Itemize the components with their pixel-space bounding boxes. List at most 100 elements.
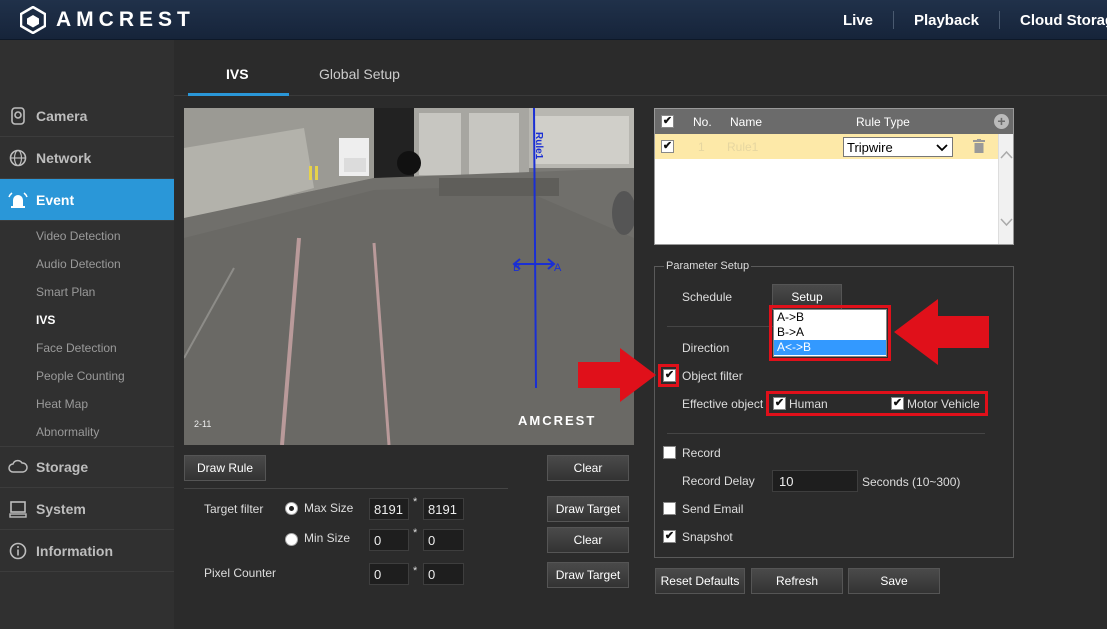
monitor-icon — [0, 500, 36, 518]
add-rule-icon[interactable]: + — [994, 114, 1009, 129]
rule-type-select[interactable]: Tripwire — [843, 137, 953, 157]
camera-scene — [184, 108, 634, 445]
sidebar-label: Information — [36, 542, 113, 559]
sidebar-item-camera[interactable]: Camera — [0, 95, 174, 137]
annotation-highlight-effective-object — [766, 391, 988, 416]
tab-bar: IVS Global Setup — [174, 40, 1107, 96]
amcrest-logo-icon — [20, 6, 46, 34]
globe-icon — [0, 149, 36, 167]
top-nav: Live Playback Cloud Storag — [825, 0, 1107, 40]
annotation-highlight-checkbox — [658, 364, 679, 387]
rules-table: ✔ No. Name Rule Type + ✔ 1 Rule1 Tripwir… — [654, 108, 1014, 245]
times-sign: * — [413, 527, 418, 539]
max-size-label: Max Size — [304, 501, 354, 515]
chevron-up-icon[interactable] — [1000, 151, 1013, 159]
tab-global-setup[interactable]: Global Setup — [319, 66, 400, 82]
trash-icon[interactable] — [973, 139, 985, 153]
divider — [184, 488, 508, 489]
times-sign: * — [413, 496, 418, 508]
info-icon — [0, 542, 36, 560]
max-height-input[interactable]: 8191 — [423, 498, 464, 520]
sidebar: Camera Network Event Video Detection Aud… — [0, 40, 185, 629]
nav-cloud-storage[interactable]: Cloud Storag — [1000, 12, 1107, 29]
chevron-down-icon[interactable] — [1000, 218, 1013, 226]
sidebar-sub-people-counting[interactable]: People Counting — [36, 369, 125, 383]
sidebar-label: Event — [36, 191, 75, 208]
alarm-icon — [0, 191, 36, 209]
pixel-width-input[interactable]: 0 — [369, 563, 409, 585]
logo-text: AMCREST — [56, 8, 195, 31]
draw-target-button[interactable]: Draw Target — [547, 496, 629, 522]
max-size-radio[interactable] — [285, 502, 298, 515]
divider — [667, 433, 985, 434]
sidebar-item-information[interactable]: Information — [0, 530, 174, 572]
annotation-arrow-left-icon — [894, 299, 989, 365]
sidebar-label: System — [36, 500, 86, 517]
record-checkbox[interactable] — [663, 446, 676, 459]
record-delay-unit: Seconds (10~300) — [862, 475, 961, 489]
sidebar-sub-abnormality[interactable]: Abnormality — [36, 425, 99, 439]
tab-ivs[interactable]: IVS — [226, 66, 249, 82]
snapshot-checkbox[interactable]: ✔ — [663, 530, 676, 543]
sidebar-item-network[interactable]: Network — [0, 137, 174, 179]
times-sign: * — [413, 565, 418, 577]
clear-target-button[interactable]: Clear — [547, 527, 629, 553]
sidebar-sub-audio-detection[interactable]: Audio Detection — [36, 257, 121, 271]
col-rule-type: Rule Type — [856, 115, 910, 129]
sidebar-sub-ivs[interactable]: IVS — [36, 313, 55, 327]
sidebar-sub-video-detection[interactable]: Video Detection — [36, 229, 121, 243]
target-filter-label: Target filter — [204, 502, 264, 516]
rule-row-checkbox[interactable]: ✔ — [661, 140, 674, 153]
camera-watermark: AMCREST — [518, 413, 597, 428]
cloud-icon — [0, 459, 36, 475]
select-all-checkbox[interactable]: ✔ — [661, 115, 674, 128]
effective-object-label: Effective object — [682, 397, 764, 411]
parameter-setup-title: Parameter Setup — [664, 260, 752, 272]
draw-rule-button[interactable]: Draw Rule — [184, 455, 266, 481]
record-delay-input[interactable]: 10 — [772, 470, 858, 492]
min-size-radio[interactable] — [285, 533, 298, 546]
sidebar-item-storage[interactable]: Storage — [0, 446, 174, 488]
tripwire-direction-b: B — [513, 262, 521, 274]
col-no: No. — [693, 115, 712, 129]
annotation-highlight-dropdown — [769, 305, 891, 361]
nav-playback[interactable]: Playback — [894, 12, 999, 29]
rule-no: 1 — [698, 140, 705, 154]
table-row[interactable]: ✔ 1 Rule1 Tripwire — [655, 134, 998, 159]
sidebar-sub-heat-map[interactable]: Heat Map — [36, 397, 88, 411]
send-email-label: Send Email — [682, 502, 744, 516]
min-height-input[interactable]: 0 — [423, 529, 464, 551]
record-delay-label: Record Delay — [682, 474, 755, 488]
rules-scrollbar[interactable] — [998, 134, 1013, 244]
sidebar-label: Camera — [36, 107, 88, 124]
max-width-input[interactable]: 8191 — [369, 498, 409, 520]
divider — [667, 326, 773, 327]
annotation-arrow-right-icon — [578, 348, 656, 402]
sidebar-item-event[interactable]: Event — [0, 179, 185, 221]
chevron-down-icon — [936, 144, 948, 152]
col-name: Name — [730, 115, 763, 129]
top-bar: AMCREST Live Playback Cloud Storag — [0, 0, 1107, 40]
refresh-button[interactable]: Refresh — [751, 568, 843, 594]
min-width-input[interactable]: 0 — [369, 529, 409, 551]
direction-label: Direction — [682, 341, 730, 355]
pixel-height-input[interactable]: 0 — [423, 563, 464, 585]
tripwire-rule-label: Rule1 — [533, 132, 544, 160]
draw-target-pixel-button[interactable]: Draw Target — [547, 562, 629, 588]
sidebar-label: Storage — [36, 459, 89, 475]
rule-type-value: Tripwire — [847, 139, 893, 155]
record-label: Record — [682, 446, 721, 460]
sidebar-sub-smart-plan[interactable]: Smart Plan — [36, 285, 95, 299]
pixel-counter-label: Pixel Counter — [204, 566, 277, 580]
snapshot-label: Snapshot — [682, 530, 733, 544]
video-preview[interactable]: Rule1 B A AMCREST 2-11 — [184, 108, 634, 445]
reset-defaults-button[interactable]: Reset Defaults — [655, 568, 745, 594]
min-size-label: Min Size — [304, 531, 351, 545]
clear-rule-button[interactable]: Clear — [547, 455, 629, 481]
send-email-checkbox[interactable] — [663, 502, 676, 515]
rule-name[interactable]: Rule1 — [727, 140, 758, 154]
nav-live[interactable]: Live — [825, 12, 893, 29]
sidebar-sub-face-detection[interactable]: Face Detection — [36, 341, 117, 355]
sidebar-item-system[interactable]: System — [0, 488, 174, 530]
save-button[interactable]: Save — [848, 568, 940, 594]
